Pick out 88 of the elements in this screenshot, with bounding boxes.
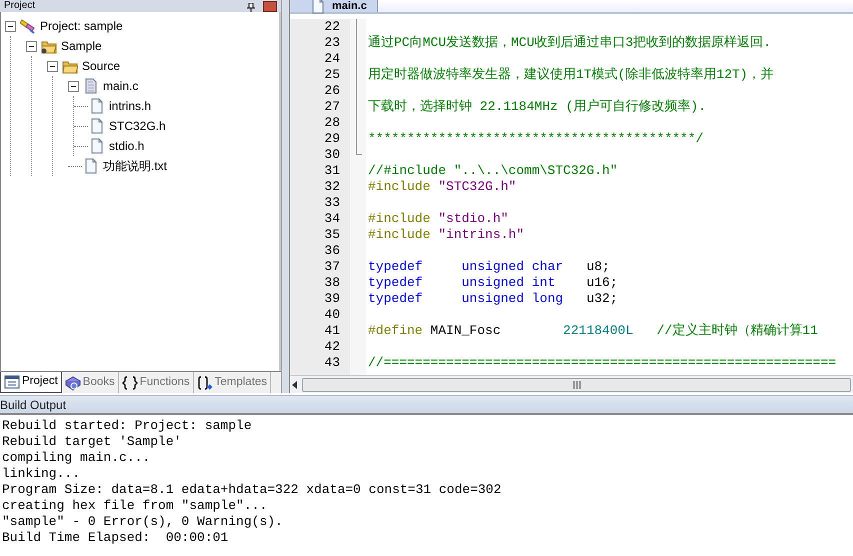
output-line: Program Size: data=8.1 edata+hdata=322 xdata=0 const=31 code=302 xyxy=(2,482,502,498)
file-icon xyxy=(83,78,99,94)
panel-tab[interactable]: Books xyxy=(62,372,119,393)
file-icon xyxy=(310,0,326,14)
code-comment: //定义主时钟（精确计算11 xyxy=(656,323,818,338)
output-line: linking... xyxy=(2,466,82,482)
tree-item[interactable]: STC32G.h xyxy=(109,117,166,135)
line-number: 42 xyxy=(323,339,341,355)
number-literal: 22118400L xyxy=(563,323,634,338)
tree-item[interactable]: 功能说明.txt xyxy=(103,157,168,175)
panel-tab[interactable]: Functions xyxy=(118,372,194,393)
code-comment: //========================================================== xyxy=(368,355,836,370)
collapse-toggle[interactable] xyxy=(26,40,37,52)
collapse-toggle[interactable] xyxy=(47,60,58,72)
line-number: 26 xyxy=(323,83,341,99)
keyword: typedef xyxy=(368,275,424,290)
code-comment: //#include "..\..\comm\STC32G.h" xyxy=(368,163,618,178)
project-icon xyxy=(20,18,36,34)
keyword: typedef xyxy=(368,291,424,306)
keyword: unsigned char xyxy=(462,259,564,274)
line-number: 38 xyxy=(323,275,341,291)
preprocessor-directive: #define xyxy=(368,323,423,338)
panel-tab[interactable]: Templates xyxy=(194,372,272,393)
line-number: 24 xyxy=(323,51,341,67)
tree-item[interactable]: stdio.h xyxy=(109,137,144,155)
preprocessor-directive: #include xyxy=(368,211,432,226)
output-line: Build Time Elapsed: 00:00:01 xyxy=(2,530,230,546)
book-icon xyxy=(64,374,81,390)
scroll-left-icon[interactable] xyxy=(292,380,298,388)
output-line: "sample" - 0 Error(s), 0 Warning(s). xyxy=(2,514,284,530)
collapse-toggle[interactable] xyxy=(5,20,16,32)
tree-item[interactable]: Project: sample xyxy=(40,17,123,35)
panel-tab[interactable]: Project xyxy=(0,372,62,393)
tree-item[interactable]: main.c xyxy=(103,77,138,95)
panel-title: Project xyxy=(4,0,36,12)
output-line: Rebuild target 'Sample' xyxy=(2,434,182,450)
file-icon xyxy=(89,138,105,154)
preprocessor-directive: #include xyxy=(368,179,432,194)
line-number: 43 xyxy=(323,355,341,371)
output-line: creating hex file from "sample"... xyxy=(2,498,268,514)
panel-title: Build Output xyxy=(0,396,66,414)
line-number: 41 xyxy=(323,323,341,339)
preprocessor-directive: #include xyxy=(368,227,432,242)
code-text: u32; xyxy=(585,291,618,306)
editor-tab[interactable]: main.c xyxy=(290,0,378,12)
string-literal: "STC32G.h" xyxy=(438,179,516,194)
line-number: 33 xyxy=(323,195,341,211)
tree-item[interactable]: intrins.h xyxy=(109,97,152,115)
line-number: 40 xyxy=(323,307,341,323)
line-number: 37 xyxy=(323,259,341,275)
collapse-toggle[interactable] xyxy=(68,80,79,92)
code-comment: 用定时器做波特率发生器，建议使用1T模式(除非低波特率用12T)，并 xyxy=(368,67,774,82)
line-number: 23 xyxy=(323,35,341,51)
line-number: 29 xyxy=(323,131,341,147)
output-line: Rebuild started: Project: sample xyxy=(2,418,253,434)
file-icon xyxy=(89,98,105,114)
line-number: 39 xyxy=(323,291,341,307)
keyword: unsigned int xyxy=(462,275,556,290)
string-literal: "intrins.h" xyxy=(438,227,524,242)
file-icon xyxy=(83,158,99,174)
output-line: compiling main.c... xyxy=(2,450,152,466)
line-number: 32 xyxy=(323,179,341,195)
code-text: u8; xyxy=(585,259,610,274)
line-number: 28 xyxy=(323,115,341,131)
line-number: 34 xyxy=(323,211,341,227)
line-number: 35 xyxy=(323,227,341,243)
tree-item[interactable]: Sample xyxy=(61,37,102,55)
line-number: 36 xyxy=(323,243,341,259)
pin-icon[interactable] xyxy=(247,3,255,12)
code-comment: 通过PC向MCU发送数据，MCU收到后通过串口3把收到的数据原样返回. xyxy=(368,35,772,50)
scrollbar-thumb[interactable] xyxy=(302,378,851,392)
line-number: 30 xyxy=(323,147,341,163)
tree-item[interactable]: Source xyxy=(82,57,120,75)
code-comment: 下载时，选择时钟 22.1184MHz (用户可自行修改频率). xyxy=(368,99,706,114)
code-comment: ******************************************/ xyxy=(368,131,704,146)
line-number: 27 xyxy=(323,99,341,115)
keyword: typedef xyxy=(368,259,424,274)
braces-icon xyxy=(122,374,138,390)
line-number: 31 xyxy=(323,163,341,179)
file-icon xyxy=(89,118,105,134)
code-text: u16; xyxy=(585,275,618,290)
line-number: 25 xyxy=(323,67,341,83)
code-text: MAIN_Fosc xyxy=(429,323,502,338)
string-literal: "stdio.h" xyxy=(438,211,508,226)
list-icon xyxy=(4,374,20,390)
keyword: unsigned long xyxy=(462,291,564,306)
template-icon xyxy=(196,374,213,390)
line-number: 22 xyxy=(323,19,341,35)
